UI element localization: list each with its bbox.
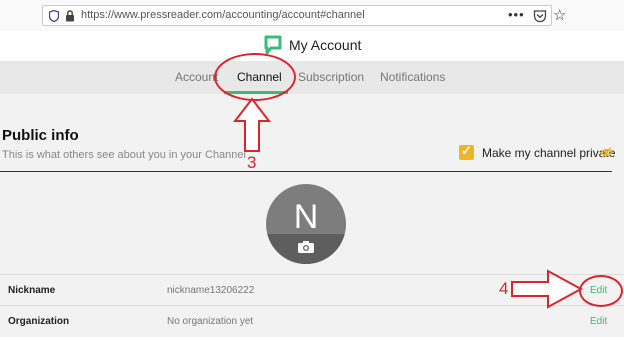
eye-off-icon xyxy=(600,147,613,158)
avatar-initial: N xyxy=(293,198,319,236)
annotation-step-4: 4 xyxy=(499,279,509,298)
private-channel-label[interactable]: Make my channel private xyxy=(482,146,615,160)
annotation-step-3: 3 xyxy=(247,153,257,172)
pocket-icon[interactable] xyxy=(533,9,547,23)
page-title: My Account xyxy=(289,37,362,53)
page-actions-menu-icon[interactable]: ••• xyxy=(508,7,525,22)
annotation-up-arrow-icon xyxy=(232,97,272,152)
tab-notifications[interactable]: Notifications xyxy=(380,70,445,84)
annotation-right-arrow-icon xyxy=(511,269,584,309)
address-bar[interactable]: https://www.pressreader.com/accounting/a… xyxy=(42,5,566,26)
nickname-value: nickname13206222 xyxy=(167,285,255,296)
avatar[interactable]: N xyxy=(266,184,346,264)
section-description: This is what others see about you in you… xyxy=(2,149,246,161)
bookmark-star-icon[interactable]: ☆ xyxy=(553,6,566,24)
lock-icon[interactable] xyxy=(65,10,75,22)
checkmark-icon: ✓ xyxy=(461,143,472,158)
tab-account[interactable]: Account xyxy=(175,70,218,84)
shield-icon[interactable] xyxy=(49,10,59,22)
nickname-label: Nickname xyxy=(8,285,56,296)
section-divider xyxy=(0,171,612,172)
browser-toolbar: https://www.pressreader.com/accounting/a… xyxy=(0,0,624,32)
annotation-circle-channel xyxy=(214,53,296,101)
organization-value: No organization yet xyxy=(167,316,254,327)
annotation-circle-edit xyxy=(579,275,623,307)
camera-icon[interactable] xyxy=(297,240,315,254)
organization-label: Organization xyxy=(8,316,70,327)
tab-subscription[interactable]: Subscription xyxy=(298,70,364,84)
app-header: My Account xyxy=(0,31,624,61)
account-tabs: Account Channel Subscription Notificatio… xyxy=(0,61,624,94)
url-text[interactable]: https://www.pressreader.com/accounting/a… xyxy=(81,9,365,21)
edit-organization-button[interactable]: Edit xyxy=(590,316,607,327)
pressreader-logo-icon[interactable] xyxy=(264,35,282,55)
private-channel-checkbox[interactable]: ✓ xyxy=(459,143,474,160)
section-title: Public info xyxy=(2,127,79,144)
